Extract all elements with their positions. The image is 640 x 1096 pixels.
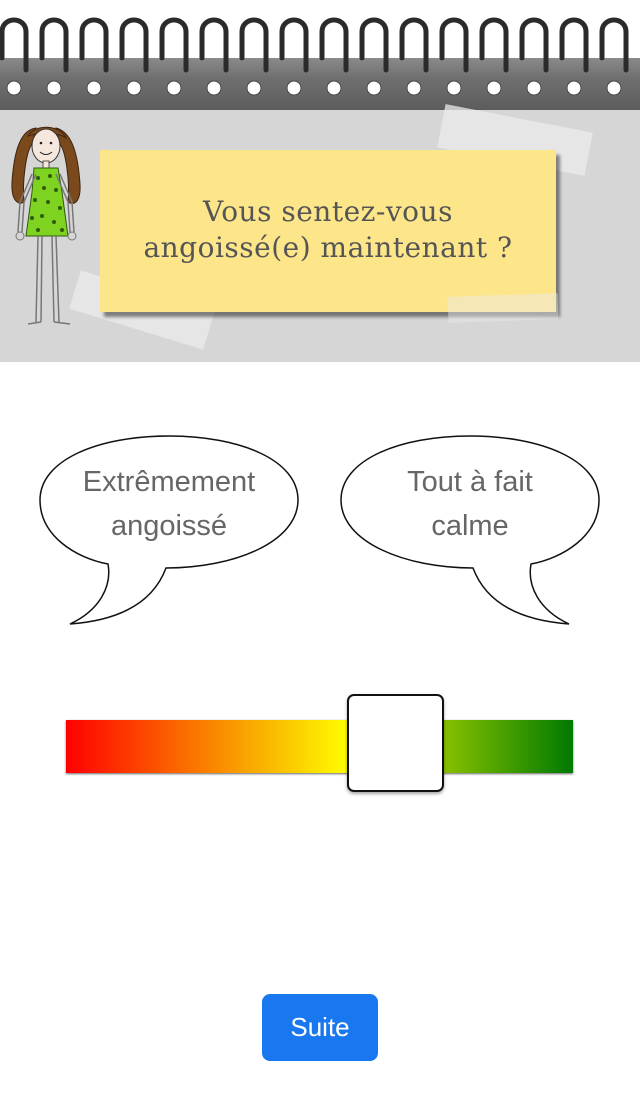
left-speech-bubble: Extrêmement angoissé [38,434,300,628]
binder-hole-icon [486,80,502,96]
spiral-ring-icon [39,17,69,73]
spiral-ring-icon [159,17,189,73]
binder-hole-icon [326,80,342,96]
binder-hole-icon [206,80,222,96]
spiral-ring-icon [479,17,509,73]
spiral-ring-icon [599,17,629,73]
right-label-line-2: calme [431,510,509,542]
anxiety-screen: Vous sentez-vous angoissé(e) maintenant … [0,0,640,1096]
spiral-ring-icon [0,17,29,73]
binder-hole-icon [406,80,422,96]
binder-hole-icon [166,80,182,96]
tape-decoration [447,293,559,323]
binder-hole-icon [446,80,462,96]
spiral-ring-icon [519,17,549,73]
left-scale-label: Extrêmement angoissé [38,460,300,548]
question-note: Vous sentez-vous angoissé(e) maintenant … [100,150,556,312]
binder-hole-icon [246,80,262,96]
spiral-ring-icon [119,17,149,73]
right-scale-label: Tout à fait calme [339,460,601,548]
spiral-ring-icon [199,17,229,73]
girl-illustration-icon [11,126,81,325]
binder-hole-icon [126,80,142,96]
next-button[interactable]: Suite [262,994,378,1061]
binder-hole-icon [286,80,302,96]
spiral-ring-icon [559,17,589,73]
binder-hole-icon [366,80,382,96]
binder-hole-icon [526,80,542,96]
binder-hole-icon [606,80,622,96]
spiral-ring-icon [399,17,429,73]
spiral-ring-icon [279,17,309,73]
left-label-line-2: angoissé [110,510,228,542]
spiral-ring-icon [439,17,469,73]
binder-hole-icon [86,80,102,96]
binder-hole-icon [566,80,582,96]
right-speech-bubble: Tout à fait calme [339,434,601,628]
right-label-line-1: Tout à fait [407,466,533,498]
question-line-1: Vous sentez-vous [203,195,453,228]
left-label-line-1: Extrêmement [82,466,256,498]
spiral-ring-icon [79,17,109,73]
spiral-ring-icon [359,17,389,73]
anxiety-slider-track[interactable] [66,720,573,773]
question-text: Vous sentez-vous angoissé(e) maintenant … [100,194,556,266]
spiral-ring-icon [239,17,269,73]
question-line-2: angoissé(e) maintenant ? [143,231,513,264]
binder-hole-icon [46,80,62,96]
spiral-ring-icon [319,17,349,73]
anxiety-slider-thumb[interactable] [347,694,444,792]
spiral-binding-icon [0,0,640,110]
binder-hole-icon [6,80,22,96]
